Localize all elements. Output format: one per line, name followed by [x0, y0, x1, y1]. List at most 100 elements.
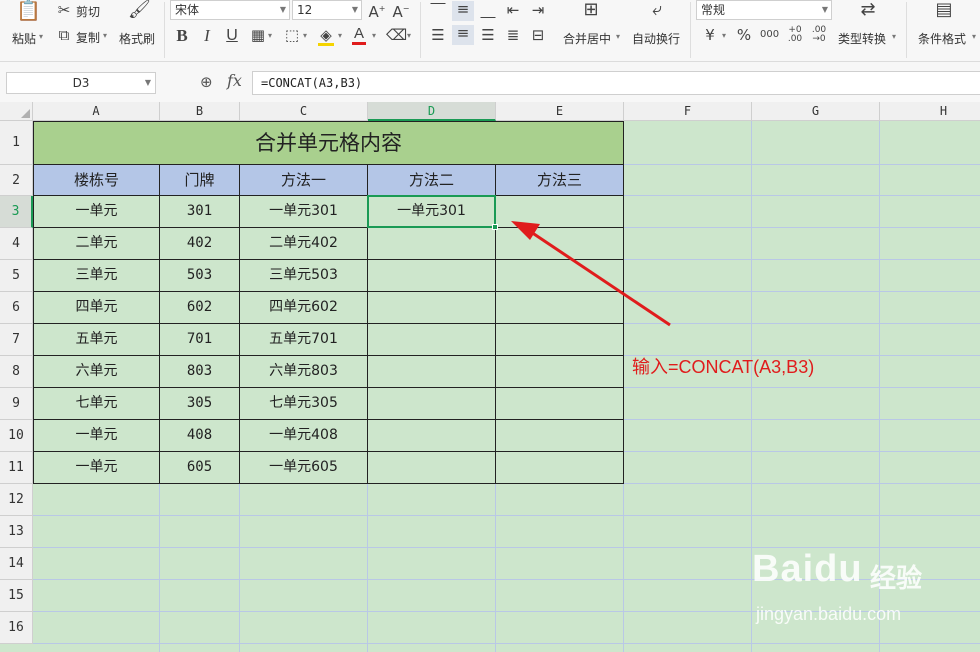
- border-dropdown-icon[interactable]: ▾: [268, 31, 272, 40]
- table-cell[interactable]: [496, 196, 624, 228]
- table-cell[interactable]: 503: [160, 260, 240, 292]
- font-name-select[interactable]: 宋体 ▼: [170, 0, 290, 20]
- font-color-button[interactable]: A: [352, 26, 366, 45]
- table-cell[interactable]: 三单元503: [240, 260, 368, 292]
- table-cell[interactable]: 402: [160, 228, 240, 260]
- align-left-icon[interactable]: ☰: [430, 27, 446, 43]
- table-cell[interactable]: 二单元402: [240, 228, 368, 260]
- justify-icon[interactable]: ≣: [505, 27, 521, 43]
- table-cell[interactable]: 五单元701: [240, 324, 368, 356]
- zoom-icon[interactable]: ⊕: [200, 73, 213, 91]
- table-cell[interactable]: [496, 388, 624, 420]
- table-cell[interactable]: 六单元803: [240, 356, 368, 388]
- cell-style-dropdown-icon[interactable]: ▾: [303, 31, 307, 40]
- table-cell[interactable]: 四单元: [33, 292, 160, 324]
- italic-button[interactable]: I: [200, 27, 214, 44]
- number-format-select[interactable]: 常规 ▼: [696, 0, 832, 20]
- conditional-format-button[interactable]: 条件格式: [918, 30, 966, 47]
- copy-icon[interactable]: ⧉: [56, 27, 72, 43]
- merge-dropdown-icon[interactable]: ▾: [616, 32, 620, 41]
- row-header-1[interactable]: 1: [0, 121, 33, 165]
- table-header-cell[interactable]: 方法三: [496, 165, 624, 196]
- paste-dropdown-icon[interactable]: ▾: [39, 32, 43, 41]
- table-cell[interactable]: [368, 260, 496, 292]
- function-icon[interactable]: fx: [227, 71, 242, 90]
- table-cell[interactable]: 602: [160, 292, 240, 324]
- table-header-cell[interactable]: 方法一: [240, 165, 368, 196]
- align-top-icon[interactable]: ⎺: [430, 2, 446, 18]
- currency-button[interactable]: ¥: [702, 27, 718, 43]
- copy-button[interactable]: 复制: [76, 29, 100, 46]
- fill-color-icon[interactable]: ◈: [318, 27, 334, 46]
- table-cell[interactable]: 一单元605: [240, 452, 368, 484]
- thousands-separator-icon[interactable]: 000: [760, 27, 779, 43]
- conditional-format-icon[interactable]: ▤: [934, 1, 954, 19]
- cut-button[interactable]: 剪切: [76, 3, 100, 20]
- indent-icon[interactable]: ⇥: [530, 2, 546, 18]
- currency-dropdown-icon[interactable]: ▾: [722, 31, 726, 40]
- font-size-select[interactable]: 12 ▼: [292, 0, 362, 20]
- fill-color-dropdown-icon[interactable]: ▾: [338, 31, 342, 40]
- row-header-8[interactable]: 8: [0, 356, 33, 388]
- wrap-text-icon[interactable]: ⤶: [646, 1, 668, 19]
- align-bottom-icon[interactable]: ⎽: [480, 2, 496, 18]
- table-cell[interactable]: [368, 228, 496, 260]
- distribute-icon[interactable]: ⊟: [530, 27, 546, 43]
- paste-icon[interactable]: 📋: [16, 0, 41, 20]
- table-cell[interactable]: [368, 324, 496, 356]
- table-title-cell[interactable]: 合并单元格内容: [33, 121, 624, 165]
- table-cell[interactable]: [496, 452, 624, 484]
- row-header-16[interactable]: 16: [0, 612, 33, 644]
- table-cell[interactable]: [368, 292, 496, 324]
- format-painter-button[interactable]: 格式刷: [119, 30, 155, 47]
- row-header-7[interactable]: 7: [0, 324, 33, 356]
- row-header-9[interactable]: 9: [0, 388, 33, 420]
- outdent-icon[interactable]: ⇤: [505, 2, 521, 18]
- percent-button[interactable]: %: [736, 27, 752, 43]
- table-cell[interactable]: 305: [160, 388, 240, 420]
- table-cell[interactable]: 一单元301: [240, 196, 368, 228]
- bold-button[interactable]: B: [175, 27, 189, 44]
- table-cell[interactable]: 六单元: [33, 356, 160, 388]
- table-cell[interactable]: 408: [160, 420, 240, 452]
- table-cell[interactable]: [368, 420, 496, 452]
- row-header-14[interactable]: 14: [0, 548, 33, 580]
- table-header-cell[interactable]: 方法二: [368, 165, 496, 196]
- align-right-icon[interactable]: ☰: [480, 27, 496, 43]
- table-cell[interactable]: 二单元: [33, 228, 160, 260]
- table-cell[interactable]: [496, 292, 624, 324]
- row-header-11[interactable]: 11: [0, 452, 33, 484]
- decrease-decimal-icon[interactable]: .00 →0: [810, 26, 828, 44]
- table-header-cell[interactable]: 楼栋号: [33, 165, 160, 196]
- type-convert-icon[interactable]: ⇄: [858, 1, 878, 19]
- clear-dropdown-icon[interactable]: ▾: [407, 31, 411, 40]
- table-cell[interactable]: 七单元: [33, 388, 160, 420]
- column-header-e[interactable]: E: [496, 102, 624, 121]
- column-header-d[interactable]: D: [368, 102, 496, 121]
- clear-format-icon[interactable]: ⌫: [386, 27, 407, 43]
- border-icon[interactable]: ▦: [250, 27, 266, 43]
- increase-font-icon[interactable]: A+: [368, 1, 386, 20]
- table-cell[interactable]: 803: [160, 356, 240, 388]
- increase-decimal-icon[interactable]: +0.00: [786, 26, 804, 44]
- merge-center-button[interactable]: 合并居中: [563, 30, 611, 47]
- merge-center-icon[interactable]: ⊞: [580, 1, 602, 19]
- align-center-icon[interactable]: ≡: [452, 25, 474, 45]
- row-header-15[interactable]: 15: [0, 580, 33, 612]
- table-cell[interactable]: [496, 324, 624, 356]
- table-cell[interactable]: 三单元: [33, 260, 160, 292]
- type-convert-button[interactable]: 类型转换: [838, 30, 886, 47]
- table-cell[interactable]: 301: [160, 196, 240, 228]
- table-cell[interactable]: [496, 420, 624, 452]
- row-header-4[interactable]: 4: [0, 228, 33, 260]
- column-header-f[interactable]: F: [624, 102, 752, 121]
- copy-dropdown-icon[interactable]: ▾: [103, 31, 107, 40]
- table-cell[interactable]: 四单元602: [240, 292, 368, 324]
- format-painter-icon[interactable]: 🖌: [128, 1, 151, 19]
- table-cell[interactable]: [496, 260, 624, 292]
- table-cell[interactable]: 一单元: [33, 420, 160, 452]
- paste-button[interactable]: 粘贴: [12, 30, 36, 47]
- formula-input[interactable]: =CONCAT(A3,B3): [252, 71, 980, 95]
- table-cell[interactable]: [496, 356, 624, 388]
- name-box[interactable]: D3 ▼: [6, 72, 156, 94]
